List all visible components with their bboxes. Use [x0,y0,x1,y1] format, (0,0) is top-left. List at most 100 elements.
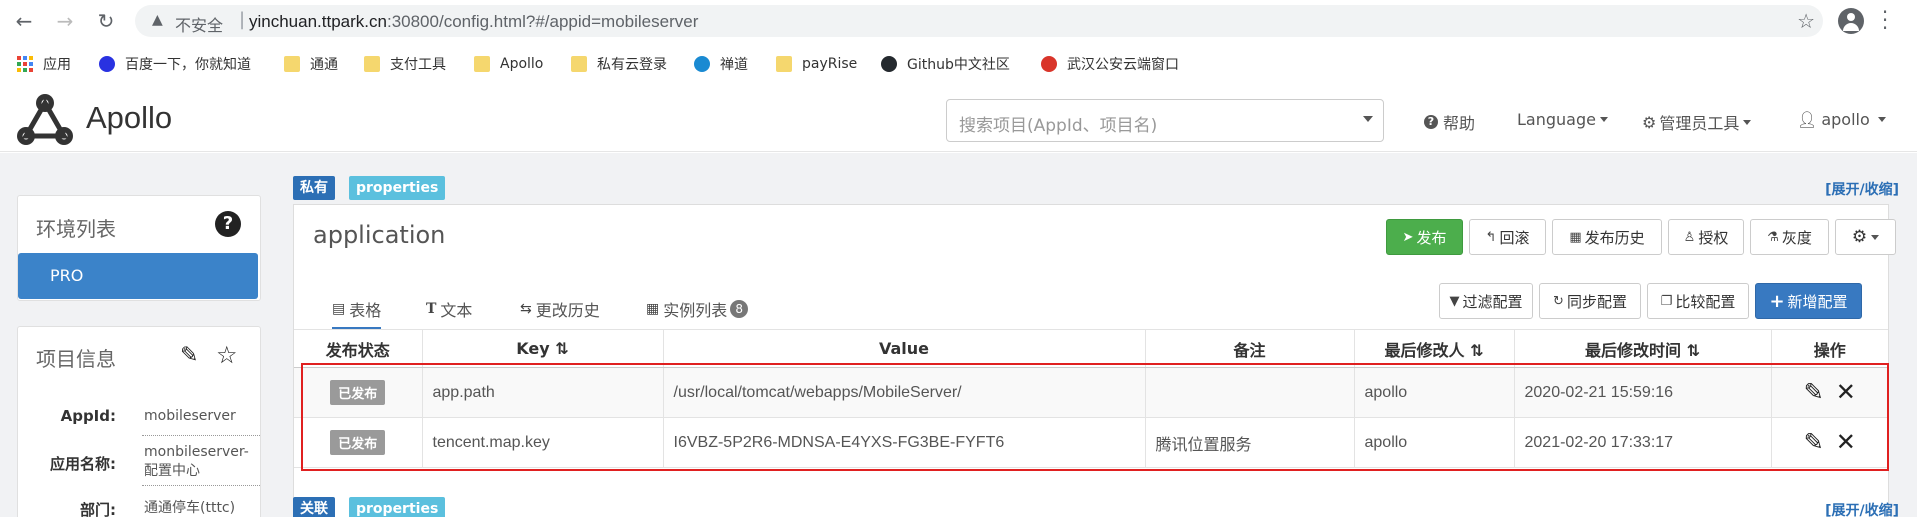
table-header-row: 发布状态 Key ⇅ Value 备注 最后修改人 ⇅ 最后修改时间 ⇅ 操作 [294,329,1888,368]
edit-icon[interactable]: ✎ [1804,378,1824,407]
namespace-title: application [313,221,446,249]
bookmark-label: 私有云登录 [597,57,667,73]
publish-label: 发布 [1416,228,1447,247]
folder-icon [364,56,380,72]
table-icon: ▤ [332,301,346,317]
app-name-label: 应用名称: [50,455,116,473]
gray-release-button[interactable]: ⚗ 灰度 [1750,219,1829,255]
forward-icon[interactable]: → [53,9,77,33]
col-modified-time[interactable]: 最后修改时间 ⇅ [1513,329,1771,368]
bookmark-baidu[interactable]: 百度一下，你就知道 [99,48,251,80]
tab-table[interactable]: ▤ 表格 [332,297,382,330]
sort-icon[interactable]: ⇅ [555,339,568,358]
url-text[interactable]: yinchuan.ttpark.cn:30800/config.html?#/a… [249,12,698,32]
insecure-label[interactable]: 不安全 [175,12,223,36]
key-cell: app.path [421,367,663,418]
app-logo-text[interactable]: Apollo [86,100,172,136]
browser-toolbar: ← → ↻ ▲ 不安全 | yinchuan.ttpark.cn:30800/c… [0,0,1917,42]
bookmark-apps[interactable]: 应用 [17,48,71,80]
bookmark-wuhan-police[interactable]: 武汉公安云端窗口 [1041,48,1179,80]
settings-dropdown-button[interactable]: ⚙ [1835,219,1896,255]
bookmark-star-icon[interactable]: ☆ [1797,9,1815,33]
env-item-label: PRO [50,266,84,285]
delete-icon[interactable]: ✕ [1836,428,1856,457]
department-label: 部门: [80,501,116,517]
filter-config-button[interactable]: ▼ 过滤配置 [1439,283,1533,319]
rollback-icon: ↰ [1485,229,1497,245]
col-key[interactable]: Key ⇅ [421,329,663,368]
bookmark-tongtong[interactable]: 通通 [284,48,338,80]
user-icon: 👤︎ [1797,110,1818,129]
edit-icon[interactable]: ✎ [180,343,198,368]
wuhan-police-icon [1041,56,1057,72]
caret-down-icon [1877,117,1886,122]
table-row: 已发布 tencent.map.key I6VBZ-5P2R6-MDNSA-E4… [294,417,1888,468]
language-dropdown[interactable]: Language [1517,110,1608,129]
star-icon[interactable]: ☆ [216,341,238,369]
caret-down-icon [1599,117,1608,122]
rollback-button[interactable]: ↰ 回滚 [1469,219,1546,255]
gray-release-label: 灰度 [1781,228,1812,247]
bookmark-private-cloud[interactable]: 私有云登录 [571,48,667,80]
authorize-label: 授权 [1698,228,1729,247]
col-value: Value [662,329,1145,368]
baidu-icon [99,56,115,72]
bookmark-label: 百度一下，你就知道 [125,57,251,73]
user-dropdown[interactable]: 👤︎ apollo [1797,110,1886,129]
bookmark-zentao[interactable]: 禅道 [694,48,748,80]
col-modifier[interactable]: 最后修改人 ⇅ [1353,329,1514,368]
published-badge: 已发布 [330,380,386,405]
gear-icon: ⚙ [1851,227,1868,247]
back-icon[interactable]: ← [12,9,36,33]
flask-icon: ⚗ [1767,229,1779,245]
sync-config-button[interactable]: ↻ 同步配置 [1539,283,1641,319]
tab-instance-list[interactable]: ▦ 实例列表 8 [646,297,749,321]
edit-icon[interactable]: ✎ [1804,428,1824,457]
expand-collapse-link-2[interactable]: [展开/收缩] [1825,500,1899,517]
col-comment: 备注 [1144,329,1354,368]
column-label: Value [878,339,930,358]
admin-tools-dropdown[interactable]: ⚙ 管理员工具 [1642,110,1752,134]
bookmark-apollo[interactable]: Apollo [474,48,543,80]
url-host: yinchuan.ttpark.cn [249,12,387,31]
apollo-logo-icon[interactable] [16,92,74,150]
publish-history-button[interactable]: ▦ 发布历史 [1552,219,1662,255]
tab-text[interactable]: T 文本 [426,297,472,321]
column-label: 操作 [1813,340,1846,360]
sort-icon[interactable]: ⇅ [1687,341,1700,360]
bookmark-payrise[interactable]: payRise [776,48,857,80]
sort-icon[interactable]: ⇅ [1470,341,1483,360]
filter-icon: ▼ [1449,293,1460,309]
add-config-button[interactable]: + 新增配置 [1755,283,1862,319]
status-cell: 已发布 [294,417,422,468]
folder-icon [776,56,792,72]
history-icon: ⇆ [520,301,532,317]
text-icon: T [426,301,437,317]
bookmark-payment-tools[interactable]: 支付工具 [364,48,446,80]
comment-cell [1144,367,1354,418]
publish-button[interactable]: ➤ 发布 [1386,219,1463,255]
namespace2-scope-tag: 关联 [293,497,335,517]
project-search-select[interactable]: 搜索项目(AppId、项目名) [946,99,1384,142]
tab-change-history[interactable]: ⇆ 更改历史 [520,297,600,321]
warning-icon[interactable]: ▲ [152,12,163,28]
profile-avatar-icon[interactable] [1838,8,1864,34]
browser-menu-icon[interactable]: · · · [1880,2,1890,38]
refresh-icon: ↻ [1553,293,1564,309]
caret-down-icon [1871,234,1880,240]
help-link[interactable]: ? 帮助 [1424,110,1475,134]
tab-label: 文本 [440,301,473,320]
bookmark-github-cn[interactable]: Github中文社区 [881,48,1010,80]
delete-icon[interactable]: ✕ [1836,378,1856,407]
address-bar[interactable]: ▲ 不安全 | yinchuan.ttpark.cn:30800/config.… [135,5,1823,37]
expand-collapse-link[interactable]: [展开/收缩] [1825,179,1899,199]
plus-icon: + [1769,290,1785,312]
divider [142,435,260,436]
rollback-label: 回滚 [1499,228,1530,247]
env-item-pro[interactable]: PRO [18,253,258,299]
question-icon[interactable]: ? [215,211,241,237]
search-placeholder: 搜索项目(AppId、项目名) [959,116,1158,136]
compare-config-button[interactable]: ❐ 比较配置 [1647,283,1749,319]
authorize-button[interactable]: ♙ 授权 [1668,219,1744,255]
reload-icon[interactable]: ↻ [94,9,118,33]
